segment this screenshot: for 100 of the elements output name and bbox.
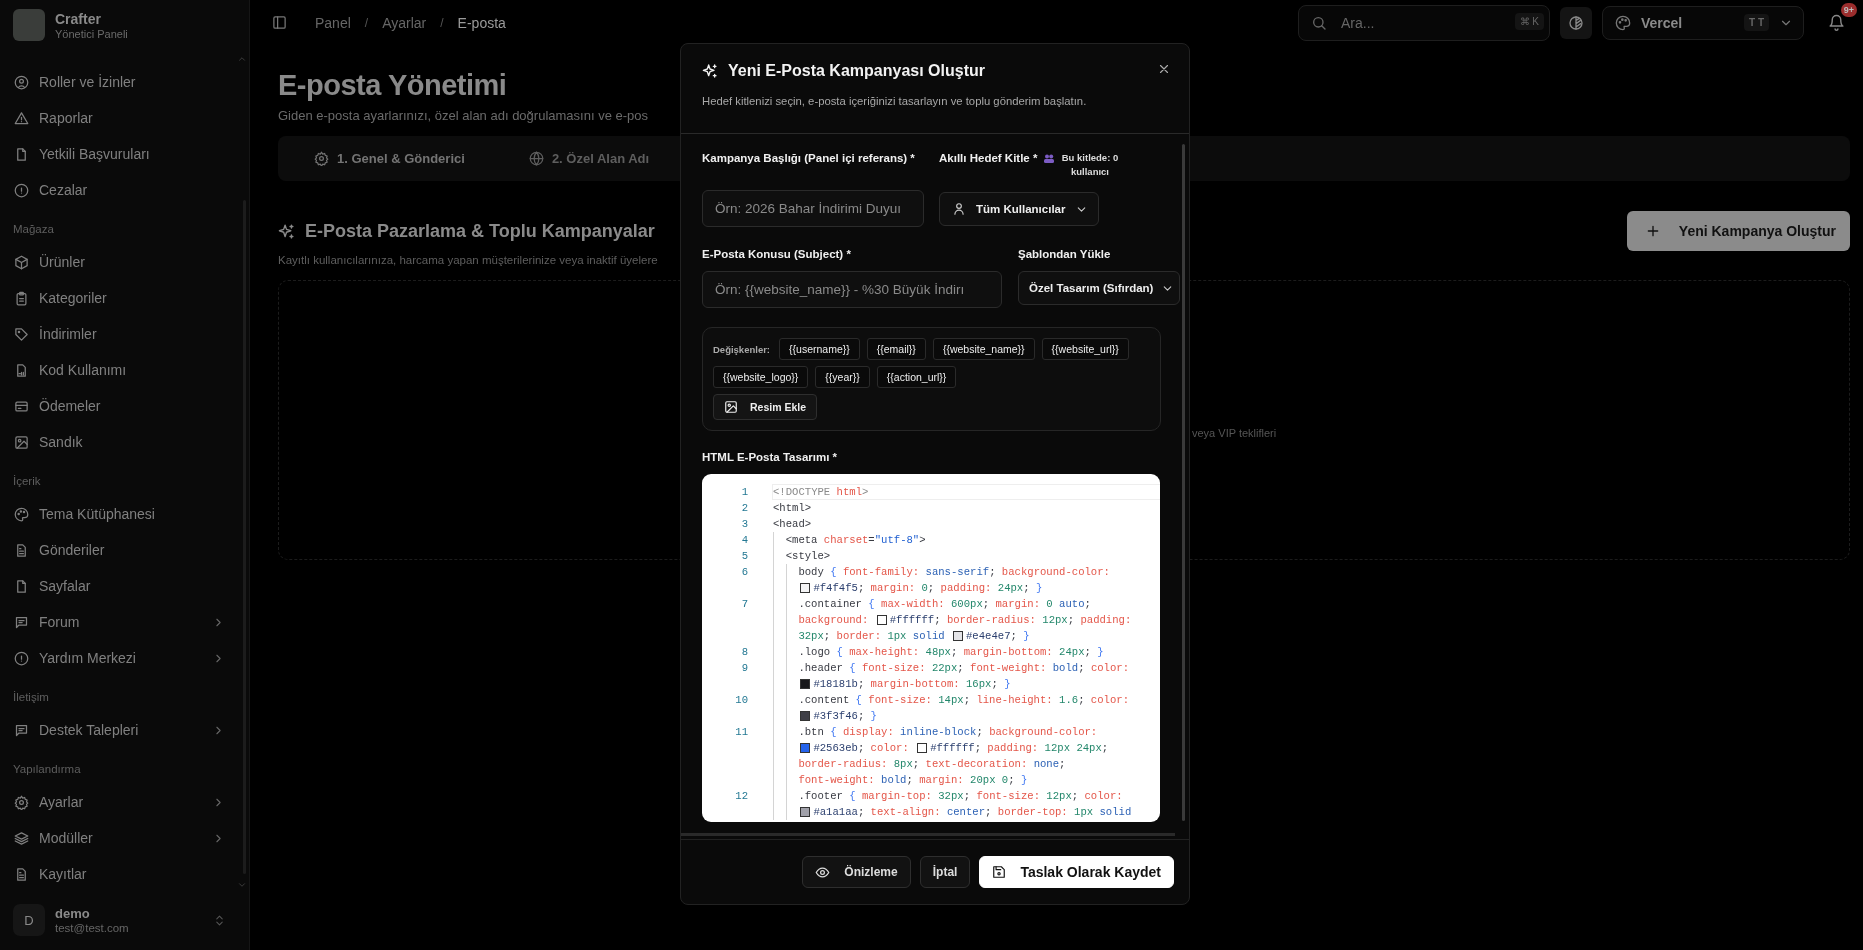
gear-icon — [14, 794, 29, 810]
variable-chip[interactable]: {{website_logo}} — [713, 366, 809, 388]
add-image-button[interactable]: Resim Ekle — [713, 394, 818, 420]
sidebar-item[interactable]: Gönderiler — [0, 532, 249, 568]
user-menu[interactable]: D demo test@test.com — [0, 894, 249, 950]
breadcrumb-link[interactable]: Ayarlar — [382, 14, 427, 31]
scrollbar[interactable] — [1182, 144, 1185, 821]
variable-chip[interactable]: {{website_url}} — [1041, 338, 1129, 360]
file-icon — [14, 146, 29, 162]
globe-icon — [528, 151, 544, 166]
line-number: 11 — [734, 725, 749, 740]
code-line: .container { max-width: 600px; margin: 0 auto; — [798, 597, 1091, 612]
empty-state-text: veya VIP teklifleri — [1192, 427, 1277, 439]
user-email: test@test.com — [55, 922, 130, 934]
sidebar-item[interactable]: Yetkili Başvuruları — [0, 136, 249, 172]
chat-icon — [14, 722, 29, 738]
code-line: <html> — [773, 501, 812, 516]
section-label: İletişim — [12, 690, 50, 705]
breadcrumb-link[interactable]: E-posta — [457, 14, 506, 31]
layers-icon — [14, 830, 29, 846]
sidebar-item[interactable]: Destek Talepleri — [0, 712, 249, 748]
sidebar-toggle-button[interactable] — [272, 15, 287, 30]
code-line: 32px; border: 1px solid #e4e4e7; } — [798, 629, 1030, 644]
sidebar-item[interactable]: Kod Kullanımı — [0, 352, 249, 388]
variable-chip[interactable]: {{email}} — [866, 338, 926, 360]
theme-toggle-button[interactable] — [1560, 6, 1592, 39]
sidebar-item[interactable]: Modüller — [0, 820, 249, 856]
bell-icon — [1828, 14, 1845, 31]
breadcrumb-separator: / — [364, 15, 369, 30]
cancel-button[interactable]: İptal — [919, 856, 971, 888]
sidebar-item[interactable]: Ayarlar — [0, 784, 249, 820]
code-line: <head> — [773, 517, 812, 532]
variables-label: Değişkenler: — [713, 343, 771, 355]
sidebar-item[interactable]: Ödemeler — [0, 388, 249, 424]
chevron-up-icon — [237, 54, 247, 64]
eye-icon — [815, 864, 831, 880]
template-dropdown[interactable]: Özel Tasarım (Sıfırdan) — [1018, 271, 1180, 305]
warning-icon — [14, 110, 29, 126]
subject-field[interactable]: Örn: {{website_name}} - %30 Büyük İndirı — [702, 271, 1002, 308]
variable-chip[interactable]: {{action_url}} — [876, 366, 957, 388]
preview-button[interactable]: Önizleme — [802, 856, 911, 888]
campaign-title-field[interactable]: Örn: 2026 Bahar İndirimi Duyuı — [702, 190, 924, 227]
breadcrumb-link[interactable]: Panel — [315, 14, 351, 31]
sidebar-item[interactable]: Roller ve İzinler — [0, 64, 249, 100]
section-label: İçerik — [12, 474, 42, 489]
close-icon — [1157, 62, 1171, 76]
clipboard-icon — [14, 290, 29, 306]
sidebar-item[interactable]: Sandık — [0, 424, 249, 460]
tag-icon — [14, 326, 29, 342]
code-line: <meta charset="utf-8"> — [785, 533, 926, 548]
audience-dropdown[interactable]: Tüm Kullanıcılar — [939, 192, 1099, 226]
box-icon — [14, 254, 29, 270]
code-line: border-radius: 8px; text-decoration: none; — [798, 757, 1066, 772]
breadcrumb-separator: / — [440, 15, 444, 30]
search-icon — [1311, 14, 1327, 31]
sidebar-item[interactable]: Forum — [0, 604, 249, 640]
sidebar-item[interactable]: İndirimler — [0, 316, 249, 352]
sidebar-item[interactable]: Raporlar — [0, 100, 249, 136]
scrollbar[interactable] — [681, 833, 1175, 836]
theme-dropdown[interactable]: Vercel T T — [1602, 5, 1804, 40]
user-circle-icon — [14, 74, 29, 90]
section-label: Yapılandırma — [12, 762, 82, 777]
new-campaign-button[interactable]: Yeni Kampanya Oluştur — [1626, 211, 1850, 251]
code-line: <!DOCTYPE html> — [773, 485, 869, 500]
sidebar-item[interactable]: Yardım Merkezi — [0, 640, 249, 676]
sidebar-item[interactable]: Sayfalar — [0, 568, 249, 604]
code-line: .footer { margin-top: 32px; font-size: 12px; color: — [798, 789, 1123, 804]
chevrons-up-down-icon — [213, 913, 226, 927]
sidebar-item[interactable]: Tema Kütüphanesi — [0, 496, 249, 532]
user-name: demo — [55, 906, 91, 921]
line-number: 5 — [740, 549, 749, 564]
page-subtitle: Giden e-posta ayarlarınızı, özel alan adı doğrulamasını ve e-pos — [278, 108, 648, 123]
line-number: 4 — [740, 533, 749, 548]
tab[interactable]: 1. Genel & Gönderici — [308, 147, 471, 170]
audience-count: Bu kitlede: 0 kullanıcı — [1060, 151, 1120, 179]
code-line: #18181b; margin-bottom: 16px; } — [798, 676, 1011, 692]
field-label: Şablondan Yükle — [1018, 247, 1112, 262]
sidebar-item[interactable]: Kategoriler — [0, 280, 249, 316]
sidebar-item[interactable]: Ürünler — [0, 244, 249, 280]
section-title: E-Posta Pazarlama & Toplu Kampanyalar — [305, 221, 655, 242]
code-line: .btn { display: inline-block; background-color: — [798, 725, 1098, 740]
image-icon — [724, 400, 738, 414]
line-number: 9 — [740, 661, 749, 676]
code-line: .logo { max-height: 48px; margin-bottom: 24px; } — [798, 645, 1104, 660]
variable-chip[interactable]: {{website_name}} — [932, 338, 1035, 360]
line-number: 8 — [740, 645, 749, 660]
code-editor[interactable] — [702, 474, 1160, 822]
user-icon — [952, 202, 966, 216]
sidebar-item[interactable]: Cezalar — [0, 172, 249, 208]
sparkles-icon — [702, 63, 718, 79]
file-icon — [14, 578, 29, 594]
tab[interactable]: 2. Özel Alan Adı — [522, 147, 656, 170]
line-number: 12 — [734, 789, 749, 804]
dialog-subtitle: Hedef kitlenizi seçin, e-posta içeriğinizi tasarlayın ve toplu gönderim başlatın. — [702, 95, 1088, 107]
variable-chip[interactable]: {{username}} — [779, 338, 860, 360]
code-line: .header { font-size: 22px; font-weight: bold; color: — [798, 661, 1130, 676]
variable-chip[interactable]: {{year}} — [815, 366, 870, 388]
line-number: 3 — [740, 517, 749, 532]
save-draft-button[interactable]: Taslak Olarak Kaydet — [979, 856, 1174, 888]
sidebar-item[interactable]: Kayıtlar — [0, 856, 249, 892]
